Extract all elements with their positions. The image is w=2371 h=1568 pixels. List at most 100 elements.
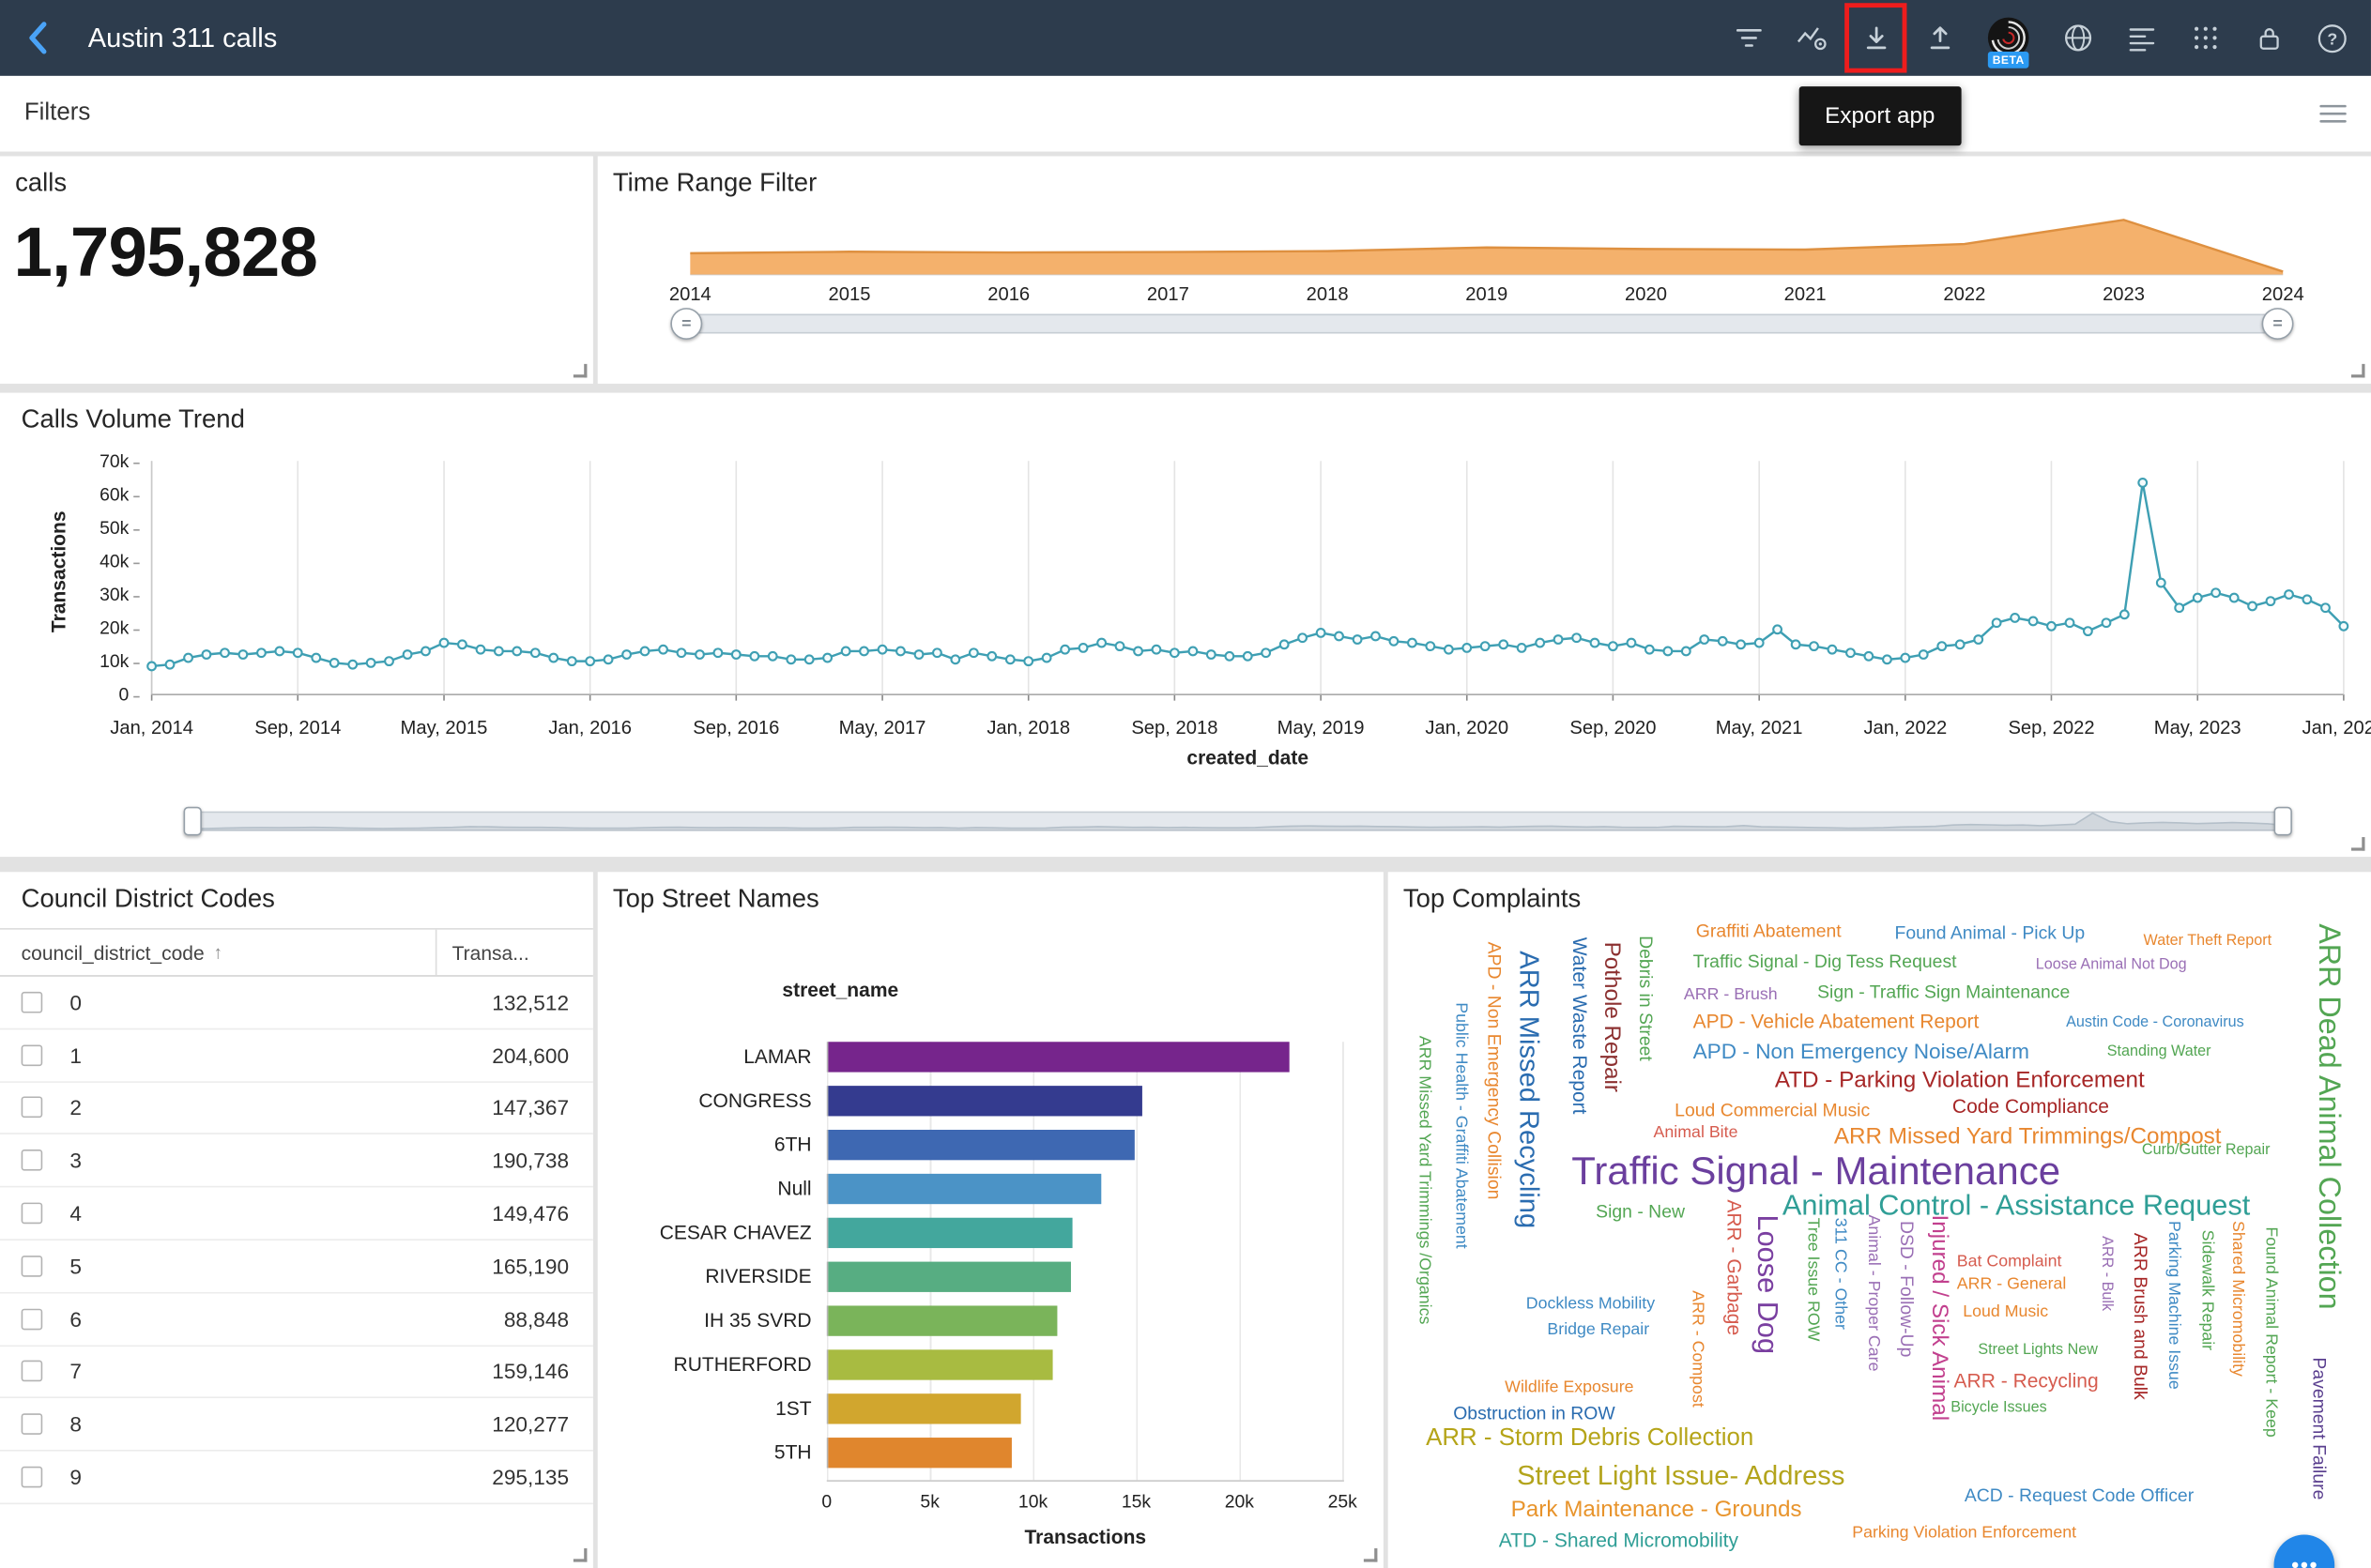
wordcloud-word[interactable]: Code Compliance (1952, 1096, 2109, 1116)
wordcloud-word[interactable]: Park Maintenance - Grounds (1511, 1499, 1802, 1521)
table-row[interactable]: 9295,135 (0, 1452, 593, 1504)
wordcloud-word[interactable]: Dockless Mobility (1526, 1297, 1655, 1314)
table-row[interactable]: 2147,367 (0, 1082, 593, 1134)
panel-resize-handle[interactable] (2351, 364, 2365, 378)
grid-icon[interactable] (2187, 17, 2222, 59)
wordcloud-word[interactable]: Tree Issue ROW (1804, 1218, 1821, 1342)
chart-settings-icon[interactable] (1795, 17, 1829, 59)
wordcloud-word[interactable]: ARR - Recycling (1954, 1371, 2099, 1391)
wordcloud-word[interactable]: Bat Complaint (1957, 1255, 2062, 1271)
row-checkbox[interactable] (22, 1361, 43, 1382)
wordcloud-word[interactable]: Street Lights New (1978, 1344, 2098, 1359)
table-row[interactable]: 3190,738 (0, 1134, 593, 1187)
bar[interactable] (828, 1042, 1289, 1072)
bar[interactable] (828, 1262, 1071, 1292)
wordcloud-word[interactable]: ARR - Brush (1684, 987, 1778, 1004)
wordcloud-word[interactable]: Pavement Failure (2310, 1357, 2328, 1499)
table-row[interactable]: 4149,476 (0, 1188, 593, 1241)
wordcloud-word[interactable]: ARR - Compost (1689, 1290, 1706, 1407)
align-left-icon[interactable] (2124, 17, 2159, 59)
panel-resize-handle[interactable] (574, 364, 588, 378)
wordcloud-word[interactable]: ARR Brush and Bulk (2132, 1233, 2149, 1400)
wordcloud-word[interactable]: Obstruction in ROW (1453, 1405, 1614, 1423)
wordcloud-word[interactable]: APD - Vehicle Abatement Report (1693, 1012, 1980, 1031)
wordcloud-word[interactable]: Loose Animal Not Dog (2036, 958, 2187, 973)
wordcloud-word[interactable]: Austin Code - Coronavirus (2066, 1016, 2244, 1031)
wordcloud-word[interactable]: Animal Bite (1654, 1125, 1738, 1142)
slider-handle-right[interactable] (2274, 807, 2292, 836)
wordcloud-word[interactable]: ATD - Parking Violation Enforcement (1775, 1069, 2145, 1091)
wordcloud-word[interactable]: ARR - Garbage (1725, 1199, 1745, 1335)
wordcloud-word[interactable]: Bicycle Issues (1950, 1401, 2046, 1416)
wordcloud-word[interactable]: Sign - Traffic Sign Maintenance (1817, 982, 2070, 1000)
wordcloud-word[interactable]: Traffic Signal - Maintenance (1571, 1151, 2060, 1191)
row-checkbox[interactable] (22, 1203, 43, 1225)
wordcloud-word[interactable]: Debris in Street (1637, 936, 1655, 1061)
wordcloud-word[interactable]: Animal Control - Assistance Request (1782, 1192, 2250, 1221)
column-header-district[interactable]: council_district_code ↑ (0, 930, 436, 975)
globe-icon[interactable] (2060, 17, 2095, 59)
app-logo[interactable]: BETA (1985, 17, 2030, 59)
bar[interactable] (828, 1218, 1073, 1248)
panel-resize-handle[interactable] (2351, 837, 2365, 851)
wordcloud-word[interactable]: APD - Non Emergency Collision (1485, 942, 1503, 1200)
wordcloud-word[interactable]: Injured / Sick Animal (1928, 1214, 1950, 1421)
wordcloud-word[interactable]: 311 CC - Other (1831, 1218, 1848, 1330)
wordcloud-word[interactable]: Found Animal - Pick Up (1895, 923, 2086, 941)
wordcloud-word[interactable]: ARR Missed Recycling (1515, 951, 1542, 1228)
row-checkbox[interactable] (22, 992, 43, 1013)
row-checkbox[interactable] (22, 1044, 43, 1066)
slider-handle-left[interactable] (670, 308, 702, 340)
bar[interactable] (828, 1130, 1135, 1160)
table-row[interactable]: 1204,600 (0, 1029, 593, 1082)
row-checkbox[interactable] (22, 1414, 43, 1436)
wordcloud-word[interactable]: Wildlife Exposure (1505, 1380, 1633, 1397)
table-row[interactable]: 7159,146 (0, 1346, 593, 1398)
table-row[interactable]: 5165,190 (0, 1241, 593, 1293)
table-row[interactable]: 8120,277 (0, 1399, 593, 1452)
wordcloud-word[interactable]: Sign - New (1596, 1203, 1685, 1221)
filters-menu-icon[interactable] (2319, 103, 2347, 125)
bar[interactable] (828, 1305, 1056, 1335)
row-checkbox[interactable] (22, 1256, 43, 1277)
wordcloud-word[interactable]: ARR - Bulk (2098, 1236, 2113, 1311)
wordcloud-word[interactable]: Traffic Signal - Dig Tess Request (1693, 952, 1957, 970)
wordcloud-word[interactable]: Water Waste Report (1570, 937, 1590, 1115)
wordcloud-word[interactable]: Parking Violation Enforcement (1852, 1526, 2076, 1543)
wordcloud-word[interactable]: Sidewalk Repair (2198, 1230, 2215, 1350)
table-row[interactable]: 0132,512 (0, 977, 593, 1029)
wordcloud-word[interactable]: ARR - Storm Debris Collection (1426, 1427, 1753, 1452)
wordcloud-word[interactable]: APD - Non Emergency Noise/Alarm (1693, 1041, 2029, 1062)
column-header-transactions[interactable]: Transa... (436, 930, 593, 975)
wordcloud-word[interactable]: Shared Micromobility (2228, 1221, 2245, 1377)
row-checkbox[interactable] (22, 1308, 43, 1330)
row-checkbox[interactable] (22, 1097, 43, 1119)
trend-range-slider[interactable] (190, 812, 2286, 831)
bar[interactable] (828, 1393, 1021, 1423)
help-icon[interactable]: ? (2315, 17, 2349, 59)
wordcloud-word[interactable]: Bridge Repair (1547, 1322, 1649, 1339)
wordcloud-word[interactable]: Loud Commercial Music (1675, 1101, 1870, 1119)
wordcloud-word[interactable]: Pothole Repair (1600, 942, 1623, 1092)
row-checkbox[interactable] (22, 1149, 43, 1171)
wordcloud-word[interactable]: Standing Water (2107, 1044, 2211, 1059)
time-range-slider[interactable] (684, 314, 2280, 334)
wordcloud-word[interactable]: ARR Dead Animal Collection (2314, 923, 2344, 1309)
lock-icon[interactable] (2251, 17, 2286, 59)
slider-handle-right[interactable] (2262, 308, 2294, 340)
slider-handle-left[interactable] (184, 807, 202, 836)
wordcloud-word[interactable]: ARR Missed Yard Trimmings /Organics (1415, 1036, 1432, 1325)
wordcloud-word[interactable]: Loud Music (1963, 1304, 2048, 1321)
row-checkbox[interactable] (22, 1467, 43, 1488)
wordcloud-word[interactable]: ACD - Request Code Officer (1965, 1486, 2194, 1504)
wordcloud-word[interactable]: DSD - Follow-Up (1898, 1221, 1916, 1357)
export-app-icon[interactable] (1859, 17, 1893, 59)
wordcloud-word[interactable]: Curb/Gutter Repair (2142, 1144, 2271, 1159)
filter-icon[interactable] (1731, 17, 1766, 59)
bar[interactable] (828, 1174, 1101, 1204)
back-button[interactable] (18, 17, 57, 59)
wordcloud-word[interactable]: ATD - Shared Micromobility (1499, 1530, 1738, 1550)
wordcloud-word[interactable]: Street Light Issue- Address (1517, 1462, 1844, 1489)
bar[interactable] (828, 1438, 1011, 1468)
panel-resize-handle[interactable] (1364, 1548, 1378, 1562)
